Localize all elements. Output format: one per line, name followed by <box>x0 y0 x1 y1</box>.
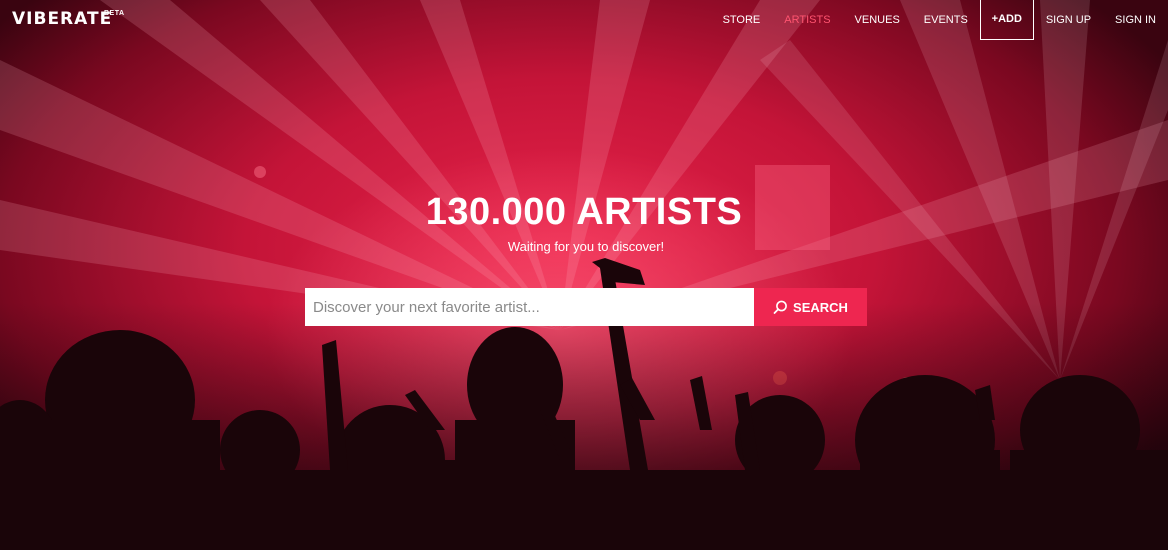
viberate-logo[interactable]: VIBERATE <box>12 9 112 29</box>
main-nav: STORE ARTISTS VENUES EVENTS +ADD SIGN UP… <box>711 0 1168 40</box>
nav-venues[interactable]: VENUES <box>843 0 912 40</box>
nav-sign-up[interactable]: SIGN UP <box>1034 0 1103 40</box>
top-navigation-bar: VIBERATE BETA STORE ARTISTS VENUES EVENT… <box>0 0 1168 40</box>
nav-sign-in[interactable]: SIGN IN <box>1103 0 1168 40</box>
nav-events[interactable]: EVENTS <box>912 0 980 40</box>
search-bar: SEARCH <box>305 288 867 326</box>
search-button-label: SEARCH <box>793 299 848 315</box>
search-button[interactable]: SEARCH <box>754 288 867 326</box>
crowd-silhouette <box>0 0 1168 550</box>
nav-artists[interactable]: ARTISTS <box>772 0 842 40</box>
search-input[interactable] <box>305 288 754 326</box>
hero-section: VIBERATE BETA STORE ARTISTS VENUES EVENT… <box>0 0 1168 550</box>
hero-subtitle: Waiting for you to discover! <box>507 239 665 254</box>
add-button[interactable]: +ADD <box>979 0 1034 40</box>
search-icon <box>773 300 788 315</box>
hero-title: 130.000 ARTISTS <box>425 191 743 233</box>
nav-store[interactable]: STORE <box>711 0 773 40</box>
beta-badge: BETA <box>104 10 125 17</box>
